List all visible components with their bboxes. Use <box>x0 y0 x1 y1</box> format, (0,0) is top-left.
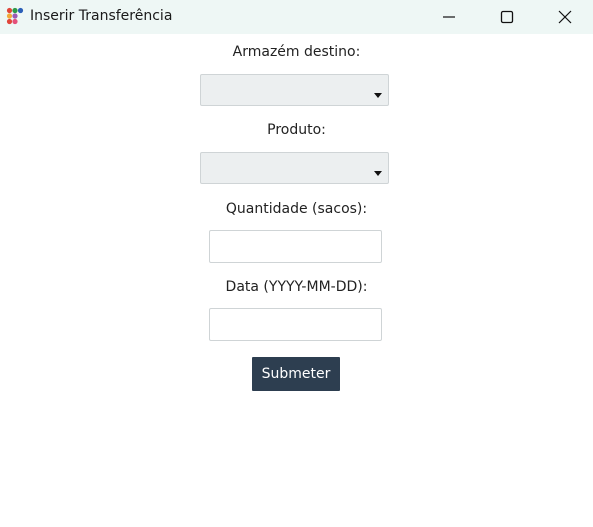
maximize-icon <box>500 10 514 24</box>
warehouse-label: Armazém destino: <box>232 44 361 60</box>
dropdown-arrow-icon <box>374 93 382 98</box>
close-icon <box>558 10 572 24</box>
dropdown-arrow-icon <box>374 171 382 176</box>
window-title: Inserir Transferência <box>30 8 173 24</box>
maximize-button[interactable] <box>478 0 536 34</box>
quantity-label: Quantidade (sacos): <box>225 201 368 217</box>
app-dots-icon <box>6 7 24 25</box>
product-label: Produto: <box>267 122 326 138</box>
title-bar[interactable]: Inserir Transferência <box>0 0 593 34</box>
minimize-icon <box>443 16 455 18</box>
app-window: Inserir Transferência Armazém destino: P… <box>0 0 593 527</box>
warehouse-select[interactable] <box>200 74 389 106</box>
submit-button[interactable]: Submeter <box>252 357 340 391</box>
date-label: Data (YYYY-MM-DD): <box>225 279 368 295</box>
close-button[interactable] <box>536 0 593 34</box>
product-select[interactable] <box>200 152 389 184</box>
date-input[interactable] <box>209 308 382 341</box>
quantity-input[interactable] <box>209 230 382 263</box>
minimize-button[interactable] <box>420 0 478 34</box>
